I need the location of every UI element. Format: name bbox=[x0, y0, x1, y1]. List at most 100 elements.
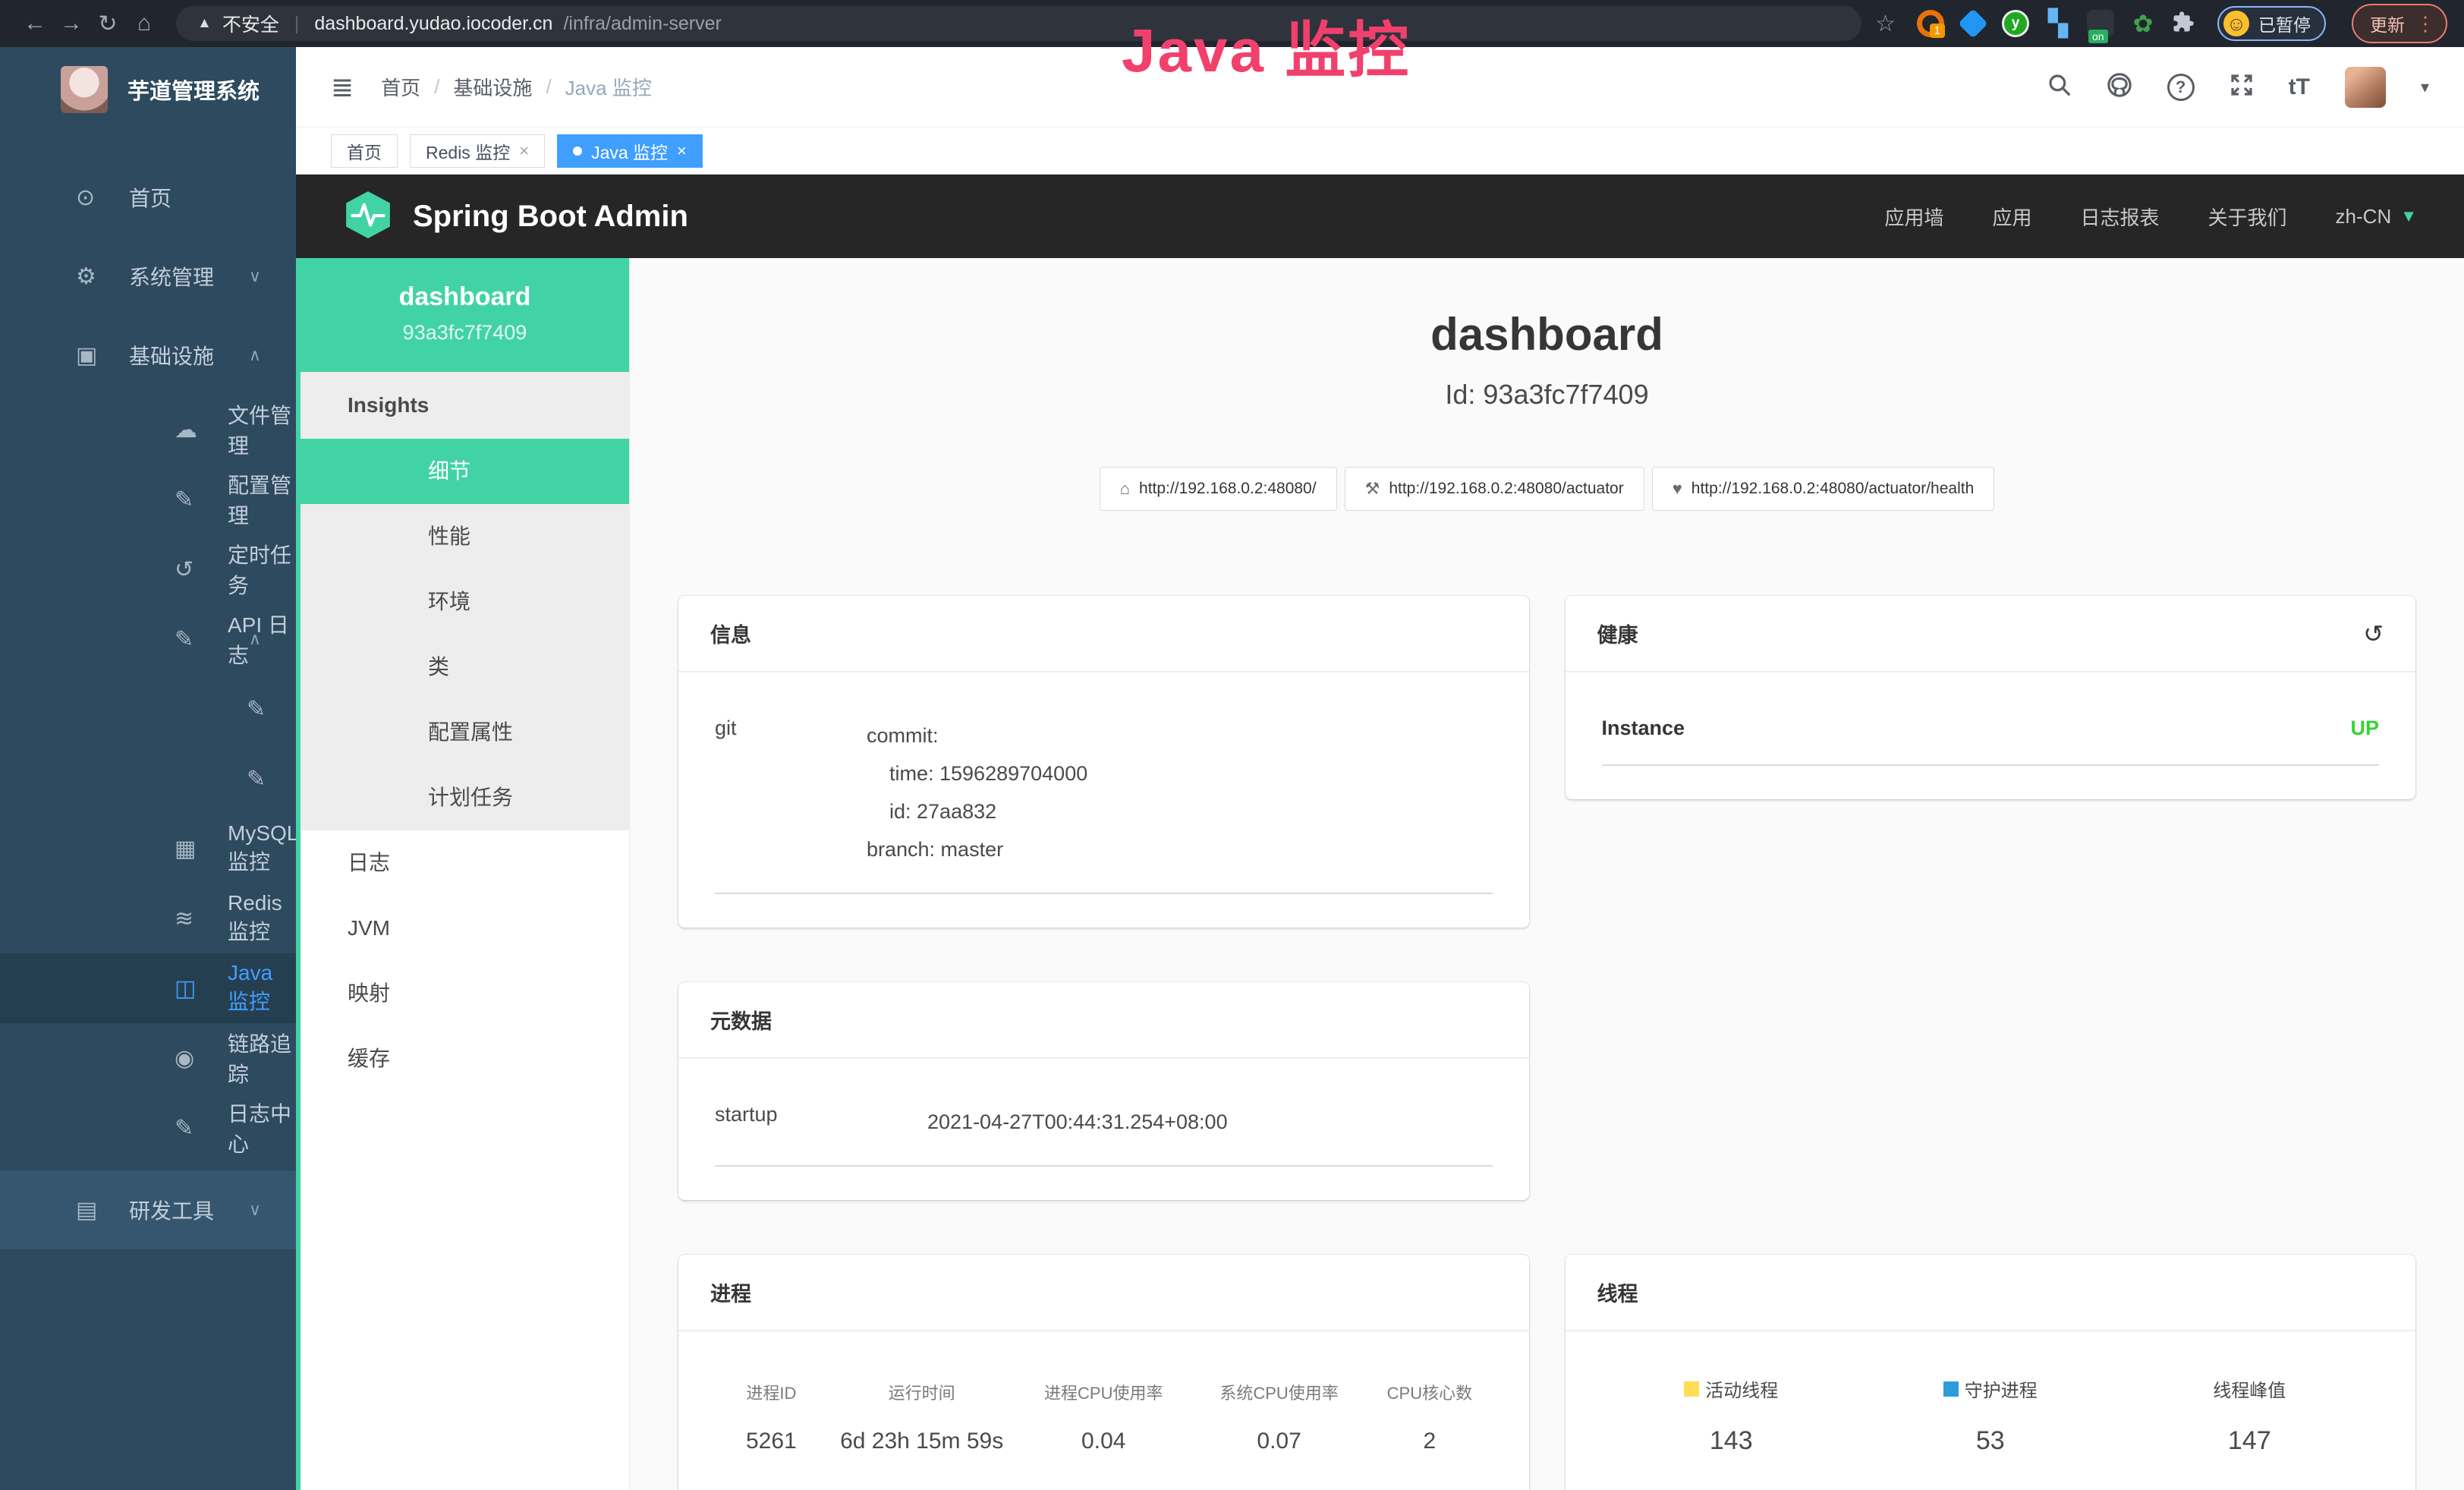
browser-home-icon[interactable]: ⌂ bbox=[126, 11, 162, 36]
sidebar-item-label: 链路追踪 bbox=[228, 1028, 296, 1088]
user-avatar[interactable] bbox=[2345, 67, 2386, 108]
sba-menu-config-props[interactable]: 配置属性 bbox=[301, 700, 629, 765]
sba-nav-applications[interactable]: 应用 bbox=[1993, 203, 2032, 231]
sba-menu-caches[interactable]: 缓存 bbox=[301, 1026, 629, 1092]
sidebar-item-redis[interactable]: ≋ Redis 监控 bbox=[0, 884, 296, 953]
browser-menu-icon[interactable]: ⋮ bbox=[2415, 12, 2435, 36]
tab-redis[interactable]: Redis 监控 × bbox=[410, 134, 545, 168]
extension-badge: 1 bbox=[1930, 24, 1945, 38]
sidebar-item-system[interactable]: ⚙ 系统管理 ∨ bbox=[0, 237, 296, 316]
extension-pin-icon[interactable] bbox=[1959, 10, 1987, 37]
health-instance-row[interactable]: Instance UP bbox=[1602, 717, 2380, 740]
edit-icon: ✎ bbox=[175, 1115, 228, 1142]
sba-menu-environment[interactable]: 环境 bbox=[301, 569, 629, 635]
browser-update-button[interactable]: 更新 ⋮ bbox=[2352, 4, 2447, 43]
url-path: /infra/admin-server bbox=[563, 13, 721, 35]
breadcrumb-separator: / bbox=[434, 75, 439, 99]
breadcrumb-home[interactable]: 首页 bbox=[381, 73, 420, 101]
sba-menu-logs[interactable]: 日志 bbox=[301, 830, 629, 896]
breadcrumb-infra[interactable]: 基础设施 bbox=[453, 73, 532, 101]
sba-logo-icon[interactable] bbox=[343, 190, 393, 244]
security-label[interactable]: 不安全 bbox=[222, 10, 279, 37]
sidebar-toggle-icon[interactable]: ≣ bbox=[331, 71, 354, 103]
help-icon[interactable]: ? bbox=[2167, 74, 2195, 101]
sba-menu-metrics[interactable]: 性能 bbox=[301, 504, 629, 569]
locale-label: zh-CN bbox=[2336, 205, 2392, 228]
close-icon[interactable]: × bbox=[519, 141, 529, 161]
sba-menu-mappings[interactable]: 映射 bbox=[301, 961, 629, 1026]
sba-brand[interactable]: Spring Boot Admin bbox=[413, 200, 688, 234]
endpoint-actuator-button[interactable]: ⚒ http://192.168.0.2:48080/actuator bbox=[1345, 467, 1644, 511]
sba-nav-wall[interactable]: 应用墙 bbox=[1884, 203, 1943, 231]
table-grid-icon: ▦ bbox=[175, 836, 228, 862]
legend-daemon-swatch bbox=[1943, 1381, 1959, 1397]
extension-grid-icon[interactable]: ▚ bbox=[2044, 10, 2072, 37]
sidebar-item-home[interactable]: ⊙ 首页 bbox=[0, 158, 296, 237]
sba-menu-jvm[interactable]: JVM bbox=[301, 896, 629, 961]
extension-orange-icon[interactable]: 1 bbox=[1917, 10, 1944, 37]
sba-instance-header[interactable]: dashboard 93a3fc7f7409 bbox=[301, 258, 629, 372]
sidebar-item-jobs[interactable]: ↺ 定时任务 bbox=[0, 534, 296, 604]
sba-nav-about[interactable]: 关于我们 bbox=[2208, 203, 2287, 231]
browser-forward-icon[interactable]: → bbox=[53, 11, 90, 36]
extension-leaf-icon[interactable]: ✿ bbox=[2129, 10, 2157, 37]
sba-menu-classes[interactable]: 类 bbox=[301, 635, 629, 700]
app-logo[interactable]: 芋道管理系统 bbox=[0, 47, 296, 132]
instance-name: dashboard bbox=[308, 282, 622, 312]
sidebar-item-java[interactable]: ◫ Java 监控 bbox=[0, 953, 296, 1023]
sba-menu-details[interactable]: 细节 bbox=[301, 439, 629, 504]
sidebar-item-error-log[interactable]: ✎ 错误日志 bbox=[0, 744, 296, 814]
peak-threads-value: 147 bbox=[2120, 1426, 2380, 1456]
sba-locale-select[interactable]: zh-CN ▼ bbox=[2336, 205, 2417, 228]
process-col-header: 进程ID bbox=[715, 1380, 828, 1404]
address-bar[interactable]: ▲ 不安全 | dashboard.yudao.iocoder.cn/infra… bbox=[176, 6, 1861, 41]
extension-y-icon[interactable]: y bbox=[2002, 10, 2029, 37]
close-icon[interactable]: × bbox=[677, 141, 687, 161]
dashboard-icon: ⊙ bbox=[76, 184, 129, 211]
legend-active-swatch bbox=[1684, 1381, 1699, 1397]
sidebar-item-api-log[interactable]: ✎ API 日志 ∧ bbox=[0, 604, 296, 674]
profile-paused-pill[interactable]: ☺ 已暂停 bbox=[2217, 6, 2326, 41]
card-title: 元数据 bbox=[710, 1005, 772, 1035]
divider bbox=[715, 893, 1493, 894]
extension-switch-icon[interactable]: on bbox=[2087, 10, 2114, 37]
process-card-header: 进程 bbox=[678, 1255, 1529, 1331]
sidebar-item-access-log[interactable]: ✎ 访问日志 bbox=[0, 674, 296, 744]
avatar-caret-icon[interactable]: ▾ bbox=[2421, 77, 2429, 97]
tab-home[interactable]: 首页 bbox=[331, 134, 398, 168]
overlay-annotation: Java 监控 bbox=[1122, 2, 1411, 90]
browser-reload-icon[interactable]: ↻ bbox=[90, 11, 126, 37]
search-icon[interactable] bbox=[2047, 73, 2072, 101]
endpoint-health-button[interactable]: ♥ http://192.168.0.2:48080/actuator/heal… bbox=[1652, 467, 1995, 511]
tab-java[interactable]: Java 监控 × bbox=[557, 134, 703, 168]
process-pid: 5261 bbox=[715, 1429, 828, 1454]
sidebar-item-config[interactable]: ✎ 配置管理 bbox=[0, 465, 296, 534]
sidebar-item-files[interactable]: ☁ 文件管理 bbox=[0, 395, 296, 465]
sidebar-item-label: Java 监控 bbox=[228, 961, 296, 1016]
health-card-header: 健康 ↺ bbox=[1566, 596, 2416, 673]
history-icon[interactable]: ↺ bbox=[2363, 619, 2384, 648]
git-commit-line: commit: bbox=[867, 717, 1087, 754]
fullscreen-icon[interactable] bbox=[2230, 73, 2254, 101]
github-icon[interactable] bbox=[2107, 72, 2132, 102]
sidebar-item-mysql[interactable]: ▦ MySQL 监控 bbox=[0, 814, 296, 884]
sidebar-item-label: 定时任务 bbox=[228, 539, 296, 600]
sidebar-item-log-center[interactable]: ✎ 日志中心 bbox=[0, 1093, 296, 1163]
chevron-down-icon: ∨ bbox=[249, 266, 261, 286]
sba-menu-scheduled-tasks[interactable]: 计划任务 bbox=[301, 765, 629, 830]
endpoint-home-button[interactable]: ⌂ http://192.168.0.2:48080/ bbox=[1100, 467, 1337, 511]
browser-back-icon[interactable]: ← bbox=[17, 11, 53, 36]
process-table: 进程ID5261 运行时间6d 23h 15m 59s 进程CPU使用率0.04… bbox=[715, 1375, 1493, 1476]
info-card: 信息 git commit: time: 1596289704000 id: 2 bbox=[678, 596, 1529, 928]
breadcrumb-current: Java 监控 bbox=[565, 73, 652, 101]
sba-nav-journal[interactable]: 日志报表 bbox=[2081, 203, 2160, 231]
font-size-icon[interactable]: tT bbox=[2289, 74, 2310, 100]
info-value: commit: time: 1596289704000 id: 27aa832 … bbox=[867, 717, 1087, 868]
sidebar-item-infra[interactable]: ▣ 基础设施 ∧ bbox=[0, 316, 296, 395]
bookmark-star-icon[interactable]: ☆ bbox=[1875, 11, 1896, 37]
sidebar-item-tracing[interactable]: ◉ 链路追踪 bbox=[0, 1023, 296, 1093]
sidebar-item-dev-tools[interactable]: ▤ 研发工具 ∨ bbox=[0, 1170, 296, 1249]
security-warning-icon[interactable]: ▲ bbox=[197, 15, 212, 32]
process-col-header: CPU核心数 bbox=[1367, 1380, 1492, 1404]
extensions-puzzle-icon[interactable] bbox=[2172, 11, 2195, 37]
